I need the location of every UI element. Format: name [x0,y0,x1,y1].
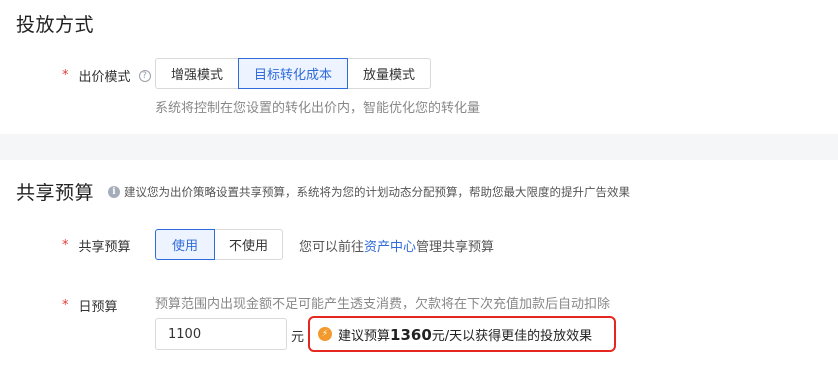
bid-mode-description: 系统将控制在您设置的转化出价内，智能优化您的转化量 [155,101,481,116]
bid-mode-option-volume[interactable]: 放量模式 [347,58,432,89]
manage-suffix: 管理共享预算 [416,240,495,255]
suggestion-suffix: 元/天以获得更佳的投放效果 [431,328,593,344]
daily-budget-label: 日预算 [78,300,118,315]
shared-budget-option-use[interactable]: 使用 [155,229,216,260]
section-divider [0,134,838,160]
bid-mode-label: 出价模式 [78,70,131,85]
daily-budget-input[interactable] [155,318,287,350]
bid-mode-option-target-cost[interactable]: 目标转化成本 [238,58,349,89]
suggestion-prefix: 建议预算 [338,328,391,344]
manage-shared-budget-text: 您可以前往资产中心管理共享预算 [299,236,494,255]
lightning-icon: ⚡ [318,327,332,341]
daily-budget-label-row: * 日预算 [62,296,118,315]
bid-mode-segmented: 增强模式 目标转化成本 放量模式 [155,58,432,89]
asset-center-link[interactable]: 资产中心 [364,240,416,255]
shared-budget-label: 共享预算 [78,240,131,255]
required-mark: * [62,298,69,313]
suggestion-amount: 1360 [390,325,432,344]
info-circle-icon: i [108,186,120,198]
bid-method-section: 投放方式 * 出价模式 ? 增强模式 目标转化成本 放量模式 系统将控制在您设置… [0,0,838,134]
manage-prefix: 您可以前往 [299,240,365,255]
currency-unit: 元 [291,330,305,345]
required-mark: * [62,68,69,83]
bid-mode-label-row: * 出价模式 ? [62,66,151,85]
shared-budget-segmented: 使用 不使用 [155,229,284,260]
daily-budget-note: 预算范围内出现金额不足可能产生透支消费，欠款将在下次充值加款后自动扣除 [155,297,611,312]
shared-budget-label-row: * 共享预算 [62,236,131,255]
budget-suggestion-box: ⚡ 建议预算1360元/天以获得更佳的投放效果 [308,316,616,352]
suggestion-text: 建议预算1360元/天以获得更佳的投放效果 [338,325,592,344]
budget-hint: i 建议您为出价策略设置共享预算，系统将为您的计划动态分配预算，帮助您最大限度的… [108,184,630,200]
section-title: 投放方式 [16,14,95,36]
required-mark: * [62,238,69,253]
question-circle-icon[interactable]: ? [138,69,151,82]
budget-hint-text: 建议您为出价策略设置共享预算，系统将为您的计划动态分配预算，帮助您最大限度的提升… [124,185,630,199]
shared-budget-option-no-use[interactable]: 不使用 [214,229,284,260]
section-title: 共享预算 [16,182,95,204]
bid-mode-option-enhanced[interactable]: 增强模式 [155,58,240,89]
